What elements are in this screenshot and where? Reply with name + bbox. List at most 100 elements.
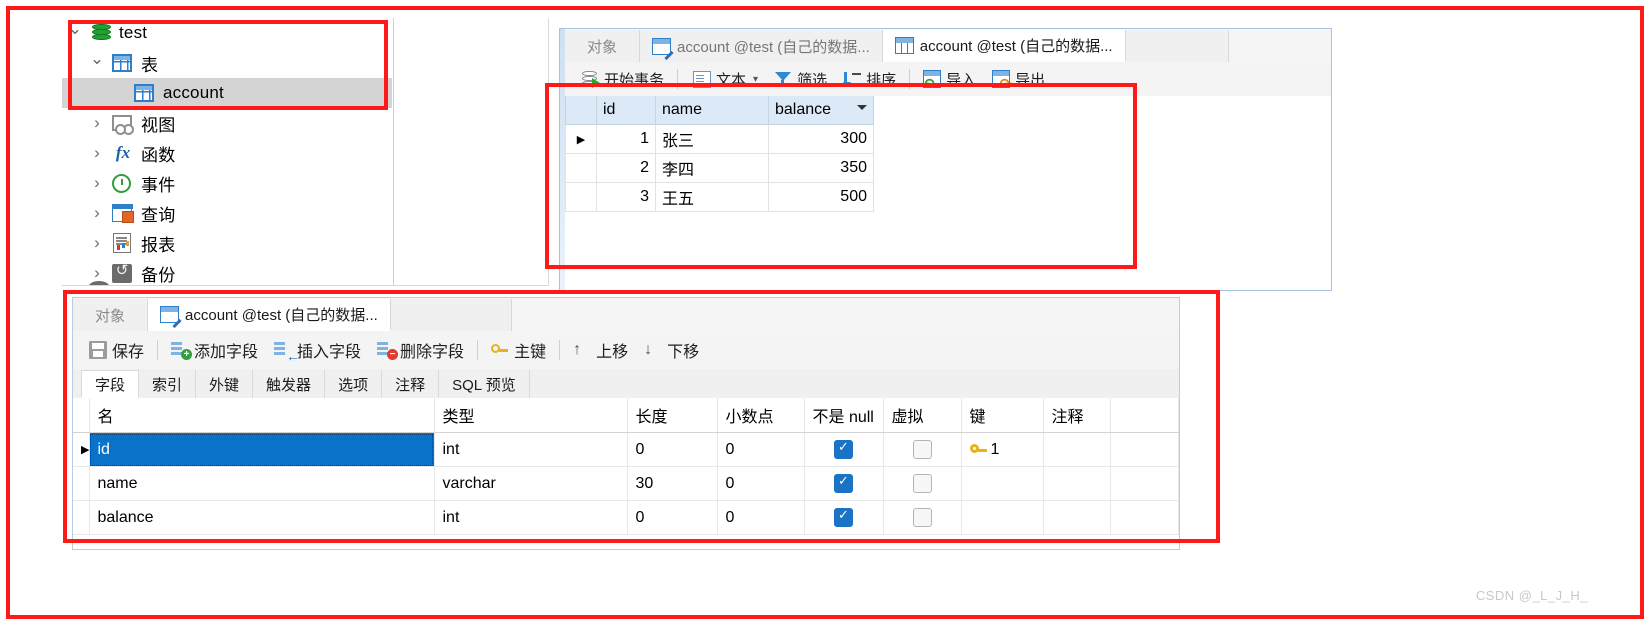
checkbox-not-null[interactable] [834,473,853,493]
chevron-down-icon[interactable] [62,23,88,43]
cell-id[interactable]: 1 [596,124,656,154]
table-row[interactable]: 2 李四 350 [565,153,874,183]
data-column-header-id[interactable]: id [596,96,656,125]
tree-item-node-6[interactable]: 查询 [62,198,392,228]
field-virtual-cell[interactable] [883,432,962,467]
tree-item-node-5[interactable]: 事件 [62,168,392,198]
toolbar-button-filter[interactable]: 筛选 [766,65,835,93]
field-comment-cell[interactable] [1043,466,1112,501]
designer-toolbar[interactable]: 保存 + 添加字段 ← 插入字段 − 删除字段 主键 ↑ 上移 ↓ 下移 [73,331,1179,370]
toolbar-button-import[interactable]: 导入 [915,65,984,93]
tab-objects[interactable]: 对象 [565,30,641,62]
field-length-cell[interactable]: 30 [627,466,718,501]
subtab-1[interactable]: 索引 [139,370,197,398]
toolbar-button-text-doc[interactable]: 文本 ▾ [683,65,766,93]
field-table-body[interactable]: ▶idint001namevarchar300balanceint00 [73,432,1179,535]
chevron-right-icon[interactable] [84,143,110,163]
cell-id[interactable]: 2 [596,153,656,183]
cell-name[interactable]: 李四 [655,153,769,183]
field-type-cell[interactable]: varchar [434,466,628,501]
field-column-header-0[interactable]: 名 [89,398,435,433]
field-column-header-3[interactable]: 小数点 [717,398,805,433]
field-column-header-2[interactable]: 长度 [627,398,718,433]
tree-item-account[interactable]: account [62,78,392,108]
subtab-5[interactable]: 注释 [382,370,440,398]
field-key-cell[interactable] [961,500,1044,535]
field-column-header-5[interactable]: 虚拟 [883,398,962,433]
field-key-cell[interactable] [961,466,1044,501]
chevron-down-icon[interactable] [84,53,110,73]
toolbar-button-insert-field[interactable]: ← 插入字段 [266,336,369,364]
chevron-right-icon[interactable] [84,203,110,223]
tab-objects[interactable]: 对象 [73,299,149,331]
field-length-cell[interactable]: 0 [627,500,718,535]
toolbar-button-arrow-up[interactable]: ↑ 上移 [565,336,636,364]
field-key-cell[interactable]: 1 [961,432,1044,467]
subtab-0[interactable]: 字段 [81,370,140,398]
subtab-2[interactable]: 外键 [196,370,254,398]
field-notnull-cell[interactable] [804,432,884,467]
tree-item-node-4[interactable]: fx 函数 [62,138,392,168]
tab-active-1[interactable]: account @test (自己的数据... [148,299,391,331]
field-table-header-row[interactable]: 名类型 长度 小数点 不是 null 虚拟键注释 [73,398,1179,433]
toolbar-button-add-field[interactable]: + 添加字段 [163,336,266,364]
chevron-down-icon[interactable]: ▾ [753,74,758,85]
cell-balance[interactable]: 300 [768,124,874,154]
cell-balance[interactable]: 350 [768,153,874,183]
object-tree[interactable]: test 表account 视图 fx 函数事件查询报表备份 [62,18,392,285]
field-notnull-cell[interactable] [804,500,884,535]
field-notnull-cell[interactable] [804,466,884,501]
field-decimals-cell[interactable]: 0 [717,466,805,501]
field-virtual-cell[interactable] [883,466,962,501]
data-grid-toolbar[interactable]: 开始事务 文本 ▾ 筛选 排序 导入 导出 [565,62,1331,97]
tree-item-node-7[interactable]: 报表 [62,228,392,258]
toolbar-button-export[interactable]: 导出 [984,65,1053,93]
checkbox-virtual[interactable] [912,474,932,493]
field-name-cell[interactable]: balance [89,500,435,535]
tree-item-node-0[interactable]: test [62,18,392,48]
field-name-cell[interactable]: name [89,466,435,501]
tree-item-node-8[interactable]: 备份 [62,258,392,285]
field-row[interactable]: ▶idint001 [73,432,1179,467]
field-column-header-6[interactable]: 键 [961,398,1044,433]
field-column-header-4[interactable]: 不是 null [804,398,884,433]
field-length-cell[interactable]: 0 [627,432,718,467]
chevron-right-icon[interactable] [84,113,110,133]
field-decimals-cell[interactable]: 0 [717,432,805,467]
data-column-header-name[interactable]: name [655,96,769,125]
designer-tabstrip[interactable]: 对象 account @test (自己的数据... [73,298,1179,332]
field-type-cell[interactable]: int [434,500,628,535]
cell-name[interactable]: 张三 [655,124,769,154]
panel-divider[interactable] [393,18,394,285]
toolbar-button-sort[interactable]: 排序 [835,65,904,93]
cell-id[interactable]: 3 [596,182,656,212]
subtab-3[interactable]: 触发器 [253,370,326,398]
cell-name[interactable]: 王五 [655,182,769,212]
data-grid-header-row[interactable]: id name balance [565,96,874,125]
field-comment-cell[interactable] [1043,500,1112,535]
chevron-right-icon[interactable] [84,263,110,283]
toolbar-button-save[interactable]: 保存 [81,336,152,364]
tree-item-node-3[interactable]: 视图 [62,108,392,138]
checkbox-virtual[interactable] [912,440,932,459]
field-table[interactable]: 名类型长度小数点不是 null虚拟键注释 ▶idint001namevarcha… [73,398,1179,535]
tab-inactive-1[interactable]: account @test (自己的数据... [640,30,883,62]
checkbox-virtual[interactable] [912,508,932,527]
field-virtual-cell[interactable] [883,500,962,535]
field-type-cell[interactable]: int [434,432,628,467]
field-column-header-1[interactable]: 类型 [434,398,628,433]
tab-active-2[interactable]: account @test (自己的数据... [882,30,1126,62]
subtab-6[interactable]: SQL 预览 [439,370,530,398]
subtab-4[interactable]: 选项 [325,370,383,398]
designer-subtabs[interactable]: 字段 索引 外键 触发器 选项 注释 SQL 预览 [73,369,1179,399]
field-row[interactable]: name varchar 30 0 [73,466,1179,501]
field-name-cell[interactable]: id [89,432,435,467]
cell-balance[interactable]: 500 [768,182,874,212]
chevron-right-icon[interactable] [84,173,110,193]
field-comment-cell[interactable] [1043,432,1112,467]
table-row[interactable]: ▶ 1 张三 300 [565,124,874,154]
data-grid-table[interactable]: id name balance ▶ 1 张三 300 2 李四 350 3 王五 500 [565,96,874,212]
toolbar-button-delete-field[interactable]: − 删除字段 [369,336,472,364]
checkbox-not-null[interactable] [834,439,853,459]
field-row[interactable]: balance int 0 0 [73,500,1179,535]
